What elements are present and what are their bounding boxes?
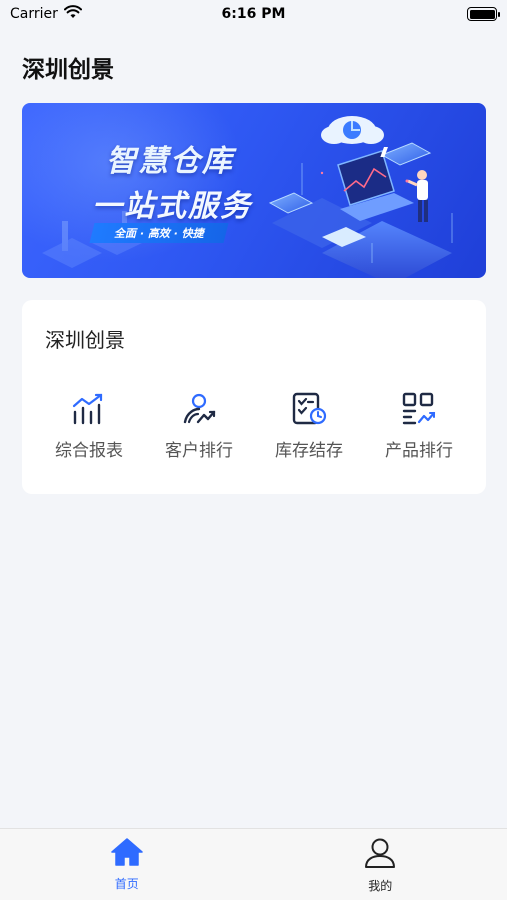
status-bar: Carrier 6:16 PM [0, 0, 507, 28]
carrier-label: Carrier [10, 6, 58, 22]
tab-home[interactable]: 首页 [0, 829, 254, 900]
home-icon [110, 837, 144, 871]
bar-chart-trend-icon [70, 390, 108, 428]
tab-bar: 首页 我的 [0, 828, 507, 900]
shortcut-label: 客户排行 [165, 441, 233, 461]
shortcut-customer-rank[interactable]: 客户排行 [154, 390, 244, 461]
inventory-clock-icon [290, 390, 328, 428]
banner-subheadline: 一站式服务 [92, 189, 252, 224]
product-rank-icon [400, 390, 438, 428]
status-left: Carrier [10, 5, 82, 23]
banner-tagline: 全面 · 高效 · 快捷 [89, 223, 229, 243]
shortcut-report[interactable]: 综合报表 [44, 390, 134, 461]
company-card: 深圳创景 综合报表 客户排行 库存结存 产品排行 [22, 300, 486, 494]
banner-headline: 智慧仓库 [106, 144, 234, 179]
page-title: 深圳创景 [22, 57, 114, 83]
shortcut-inventory[interactable]: 库存结存 [264, 390, 354, 461]
tab-home-label: 首页 [114, 877, 139, 891]
promo-banner[interactable]: 智慧仓库 一站式服务 全面 · 高效 · 快捷 [22, 103, 486, 278]
wifi-icon [63, 5, 82, 23]
card-title: 深圳创景 [45, 328, 125, 352]
shortcut-label: 库存结存 [275, 441, 343, 461]
customer-rank-icon [180, 390, 218, 428]
shortcut-label: 产品排行 [385, 441, 453, 461]
shortcut-grid: 综合报表 客户排行 库存结存 产品排行 [44, 390, 464, 461]
battery-icon [467, 7, 500, 21]
person-icon [363, 837, 397, 873]
tab-mine[interactable]: 我的 [254, 829, 507, 900]
shortcut-label: 综合报表 [55, 441, 123, 461]
tab-mine-label: 我的 [368, 879, 393, 893]
shortcut-product-rank[interactable]: 产品排行 [374, 390, 464, 461]
banner-tagline-text: 全面 · 高效 · 快捷 [114, 227, 204, 240]
